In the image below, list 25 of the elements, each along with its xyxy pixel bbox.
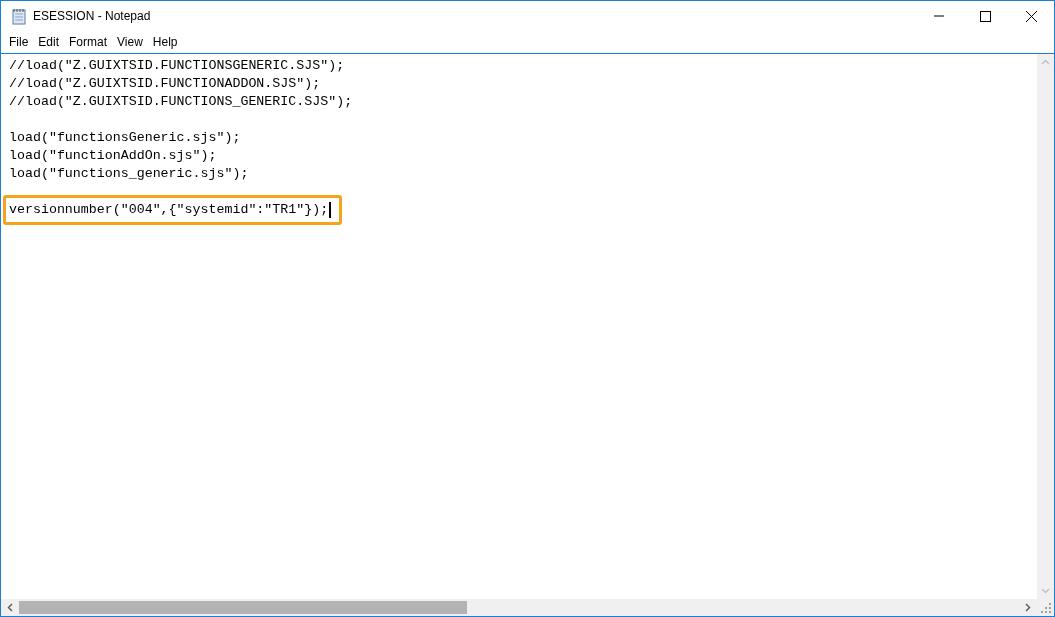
window-title: ESESSION - Notepad (33, 9, 152, 23)
vertical-scrollbar[interactable] (1037, 54, 1054, 599)
menu-item[interactable]: File (4, 33, 34, 51)
menu-item[interactable]: Help (147, 33, 183, 51)
menu-item[interactable]: Format (64, 33, 113, 51)
scroll-down-icon[interactable] (1041, 588, 1050, 594)
notepad-icon (11, 7, 27, 25)
resize-grip-icon[interactable] (1041, 603, 1051, 613)
code-line: //load("Z.GUIXTSID.FUNCTIONSGENERIC.SJS"); (9, 57, 345, 75)
menu-item[interactable]: View (112, 33, 148, 51)
minimize-icon (934, 15, 944, 17)
code-line: //load("Z.GUIXTSID.FUNCTIONS_GENERIC.SJS"); (9, 93, 353, 111)
scroll-left-icon[interactable] (7, 603, 13, 612)
code-line: load("functionsGeneric.sjs"); (9, 129, 241, 147)
horizontal-scrollbar[interactable] (1, 599, 1037, 616)
code-line: load("functions_generic.sjs"); (9, 165, 249, 183)
close-icon (1025, 10, 1037, 22)
menu-item[interactable]: Edit (33, 33, 65, 51)
scroll-up-icon[interactable] (1041, 59, 1050, 65)
scroll-right-icon[interactable] (1025, 603, 1031, 612)
code-line: versionnumber("004",{"systemid":"TR1"}); (9, 201, 329, 219)
scrollbar-thumb[interactable] (19, 601, 467, 614)
code-line: //load("Z.GUIXTSID.FUNCTIONADDON.SJS"); (9, 75, 321, 93)
code-line: load("functionAddOn.sjs"); (9, 147, 217, 165)
maximize-icon (979, 10, 991, 22)
